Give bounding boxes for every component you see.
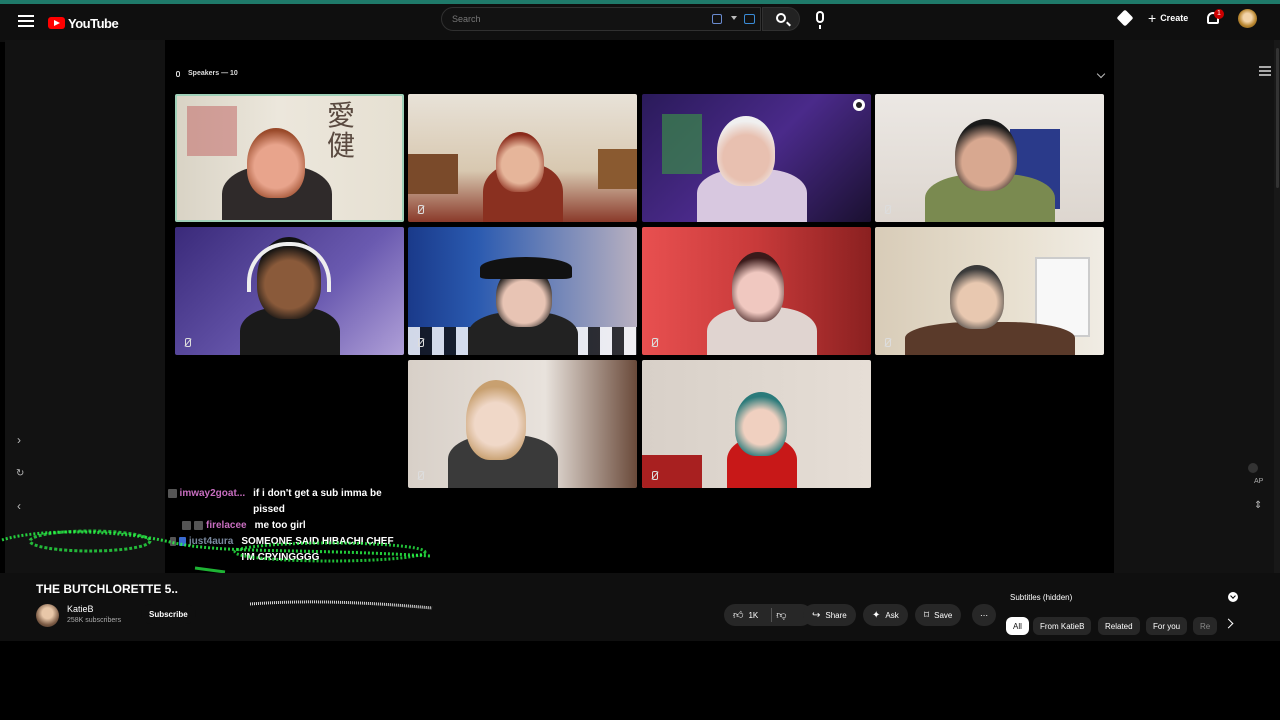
chat-badge-icon (179, 537, 186, 546)
speakers-label: Speakers — 10 (188, 70, 238, 77)
speaker-tile (875, 94, 1104, 222)
logo-text: YouTube (68, 15, 119, 31)
muted-mic-icon (883, 205, 892, 214)
user-avatar[interactable] (1238, 9, 1257, 28)
voice-search-mic-icon[interactable] (816, 11, 824, 29)
save-button[interactable]: ⌑ Save (915, 604, 962, 626)
expand-vertical-icon[interactable]: ⇕ (1254, 500, 1262, 511)
muted-mic-icon (883, 338, 892, 347)
translate-icon[interactable] (744, 14, 755, 24)
wall-calligraphy: 愛健 (327, 99, 356, 162)
play-logo-icon (48, 17, 65, 29)
chevron-down-icon[interactable] (1228, 592, 1238, 602)
chip-related[interactable]: Related (1098, 617, 1140, 635)
chevron-down-icon[interactable] (731, 16, 737, 20)
channel-name[interactable]: KatieB (67, 604, 94, 614)
scribble-overlay (249, 600, 433, 610)
chat-overlay: imway2goat... if i don't get a sub imma … (168, 486, 408, 566)
chat-message: just4aura SOMEONE SAID HIBACHI CHEF I'M … (168, 534, 408, 566)
speaker-tile (408, 94, 637, 222)
speaker-tile (642, 94, 871, 222)
subscriber-count: 258K subscribers (67, 617, 122, 624)
share-icon: ↪ (812, 609, 821, 621)
notification-badge: 1 (1214, 9, 1224, 19)
thumbs-up-icon[interactable]: 👍︎ (733, 609, 743, 621)
bookmark-icon: ⌑ (924, 609, 930, 621)
chat-message: firelacee me too girl (168, 518, 408, 534)
sparkle-icon: ✦ (872, 609, 881, 621)
search-button[interactable] (762, 7, 800, 31)
chip-all[interactable]: All (1006, 617, 1029, 635)
video-title: THE BUTCHLORETTE 5.. (36, 582, 179, 596)
right-blank-panel (1114, 40, 1274, 573)
left-blank-panel (5, 40, 165, 573)
create-label: Create (1160, 13, 1189, 23)
speaker-tile (408, 360, 637, 488)
muted-mic-icon (183, 338, 192, 347)
muted-mic-icon (416, 205, 425, 214)
chip-recent[interactable]: Re (1193, 617, 1217, 635)
like-divider (771, 608, 772, 622)
speakers-header: Speakers — 10 (176, 70, 238, 77)
save-label: Save (934, 610, 953, 620)
ask-button[interactable]: ✦ Ask (863, 604, 908, 626)
refresh-icon[interactable]: ↻ (16, 468, 24, 479)
muted-mic-icon (416, 471, 425, 480)
youtube-logo[interactable]: YouTube (48, 14, 119, 32)
ask-label: Ask (885, 610, 899, 620)
subtitles-label: Subtitles (hidden) (1010, 592, 1073, 602)
muted-mic-icon (650, 471, 659, 480)
chat-text: if i don't get a sub imma be pissed (253, 488, 382, 515)
muted-mic-icon (416, 338, 425, 347)
panel-menu-icon[interactable] (1259, 66, 1271, 78)
keyboard-icon[interactable] (712, 14, 722, 24)
create-button[interactable]: + Create (1140, 6, 1196, 30)
autoplay-toggle[interactable] (1248, 463, 1258, 473)
chevron-left-icon[interactable]: ‹ (17, 499, 21, 513)
hamburger-menu-icon[interactable] (18, 15, 34, 29)
speaker-tile (642, 227, 871, 355)
channel-avatar[interactable] (36, 604, 59, 627)
like-dislike-group: 👍︎ 1K 👎︎ (724, 604, 812, 626)
chat-badge-icon (194, 521, 203, 530)
chip-for-you[interactable]: For you (1146, 617, 1188, 635)
more-actions-button[interactable]: ⋯ (972, 604, 996, 626)
chip-from-channel[interactable]: From KatieB (1033, 617, 1092, 635)
chat-badge-icon (170, 537, 177, 546)
speaker-tile (875, 227, 1104, 355)
speaker-tile (175, 227, 404, 355)
plus-icon: + (1148, 10, 1157, 26)
speaker-tile (642, 360, 871, 488)
subtitles-header[interactable]: Subtitles (hidden) (1004, 588, 1244, 606)
chat-username: imway2goat... (179, 488, 246, 499)
pin-icon[interactable] (853, 99, 865, 111)
chat-badge-icon (168, 489, 177, 498)
chat-badge-icon (182, 521, 191, 530)
speaker-tile: 愛健 (175, 94, 404, 222)
search-icon (776, 13, 786, 23)
muted-mic-icon (650, 338, 659, 347)
chevron-right-icon[interactable]: › (17, 433, 21, 447)
subscribe-button[interactable]: Subscribe (141, 604, 196, 624)
search-input[interactable] (452, 11, 702, 27)
chat-username: just4aura (188, 536, 234, 547)
mic-icon (176, 70, 180, 77)
like-count[interactable]: 1K (748, 611, 758, 620)
chat-text: SOMEONE SAID HIBACHI CHEF I'M CRYINGGGG (241, 536, 394, 563)
scrollbar-thumb[interactable] (1276, 48, 1279, 188)
chat-message: imway2goat... if i don't get a sub imma … (168, 486, 408, 518)
chat-username: firelacee (206, 520, 247, 531)
more-horiz-icon: ⋯ (980, 610, 988, 620)
share-label: Share (825, 610, 847, 620)
chat-text: me too girl (254, 520, 306, 531)
share-button[interactable]: ↪ Share (803, 604, 856, 626)
search-box[interactable] (441, 7, 761, 31)
thumbs-down-icon[interactable]: 👎︎ (776, 609, 786, 621)
speaker-tile (408, 227, 637, 355)
autoplay-label: AP (1254, 478, 1264, 485)
